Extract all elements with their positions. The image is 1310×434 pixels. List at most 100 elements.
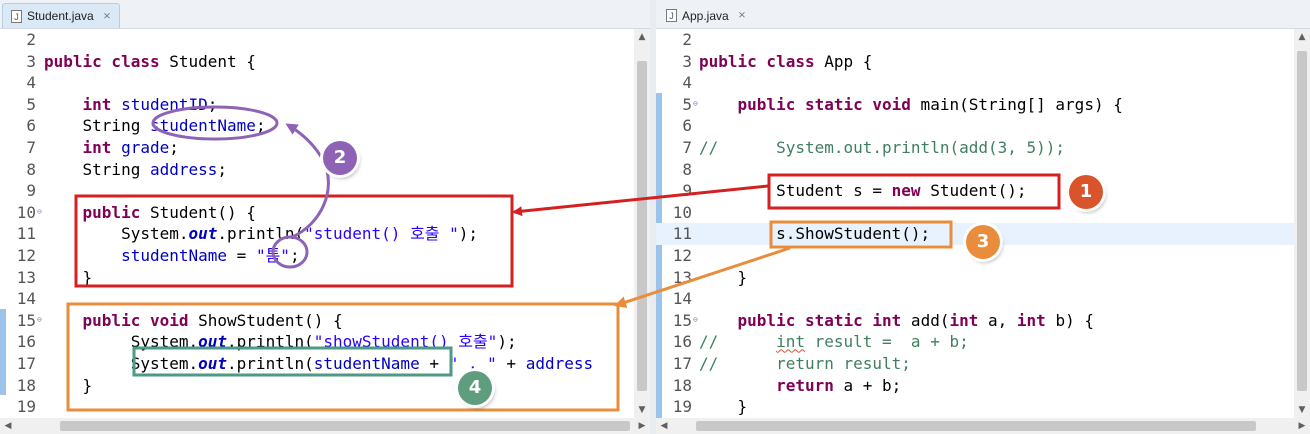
code-token: public static void [737, 94, 911, 114]
app-java-editor-pane: J App.java ⨯ 2 3 public class App {4 5 ⊖ pub… [656, 0, 1310, 434]
code-token: System. [44, 332, 199, 352]
scroll-down-icon[interactable]: ▼ [1294, 402, 1310, 418]
code-text: String studentName; [44, 115, 266, 137]
code-line[interactable]: 4 [0, 72, 634, 94]
code-line[interactable]: 15 ⊖ public static int add(int a, int b) … [656, 310, 1294, 332]
code-line[interactable]: 2 [656, 29, 1294, 51]
java-file-icon: J [666, 9, 677, 22]
scroll-up-icon[interactable]: ▲ [634, 29, 650, 45]
line-number: 19 [16, 397, 36, 417]
scroll-thumb[interactable] [1297, 51, 1307, 391]
code-line[interactable]: 17 System.out.println(studentName + " , … [0, 353, 634, 375]
code-line[interactable]: 19 } [656, 396, 1294, 418]
line-number: 17 [16, 354, 36, 373]
code-line[interactable]: 14 [656, 288, 1294, 310]
code-line[interactable]: 14 [0, 288, 634, 310]
code-token: .println( [217, 224, 305, 244]
left-tab-bar: J Student.java ⨯ [0, 0, 650, 29]
scroll-left-icon[interactable]: ◀ [656, 418, 672, 434]
scroll-thumb[interactable] [696, 421, 1256, 431]
scroll-thumb[interactable] [637, 61, 647, 391]
code-line[interactable]: 9 Student s = new Student(); [656, 180, 1294, 202]
close-tab-icon[interactable]: ⨯ [103, 11, 111, 22]
code-line[interactable]: 6 [656, 115, 1294, 137]
step-3-badge: 3 [966, 225, 1000, 259]
close-tab-icon[interactable]: ⨯ [738, 10, 746, 21]
line-number: 5 [26, 94, 36, 114]
horizontal-scrollbar[interactable]: ◀ ▶ [656, 418, 1310, 434]
code-line[interactable]: 12 studentName = "톰"; [0, 245, 634, 267]
fold-toggle-icon[interactable]: ⊖ [37, 201, 42, 223]
code-text: public Student() { [44, 202, 256, 224]
code-line[interactable]: 6 String studentName; [0, 115, 634, 137]
scroll-left-icon[interactable]: ◀ [0, 418, 16, 434]
scroll-right-icon[interactable]: ▶ [634, 418, 650, 434]
code-line[interactable]: 8 [656, 159, 1294, 181]
code-editor-app[interactable]: 2 3 public class App {4 5 ⊖ public static vo… [656, 29, 1294, 418]
code-token: // System.out.println(add(3, 5)); [699, 138, 1066, 157]
code-line[interactable]: 9 [0, 180, 634, 202]
code-text: return a + b; [699, 375, 901, 397]
code-token: ; [217, 159, 228, 179]
code-line[interactable]: 7 int grade; [0, 137, 634, 159]
code-token: System. [44, 354, 199, 373]
code-line[interactable]: 2 [0, 29, 634, 51]
tab-student-java[interactable]: J Student.java ⨯ [2, 3, 121, 28]
scroll-down-icon[interactable]: ▼ [634, 402, 650, 418]
tab-app-java[interactable]: J App.java ⨯ [658, 3, 754, 28]
line-number: 12 [16, 246, 36, 265]
line-number: 16 [16, 332, 36, 352]
code-line[interactable]: 7 // System.out.println(add(3, 5)); [656, 137, 1294, 159]
code-line[interactable]: 10 [656, 202, 1294, 224]
line-number: 2 [682, 30, 692, 49]
code-line[interactable]: 5 int studentID; [0, 94, 634, 116]
code-token: } [699, 267, 748, 287]
code-token: } [44, 375, 93, 395]
code-line[interactable]: 3 public class App { [656, 51, 1294, 73]
code-line[interactable]: 18 return a + b; [656, 375, 1294, 397]
fold-toggle-icon[interactable]: ⊖ [693, 93, 698, 115]
vertical-scrollbar[interactable]: ▲ ▼ [634, 29, 650, 418]
code-token: ; [207, 94, 218, 114]
code-line[interactable]: 15 ⊖ public void ShowStudent() { [0, 310, 634, 332]
line-number: 18 [16, 375, 36, 395]
code-line[interactable]: 13 } [656, 267, 1294, 289]
code-line[interactable]: 18 } [0, 375, 634, 397]
scroll-up-icon[interactable]: ▲ [1294, 29, 1310, 45]
code-token: s.ShowStudent(); [699, 224, 931, 244]
scroll-right-icon[interactable]: ▶ [1294, 418, 1310, 434]
tab-label: Student.java [27, 9, 94, 23]
code-line[interactable]: 4 [656, 72, 1294, 94]
code-line[interactable]: 16 System.out.println("showStudent() 호출"… [0, 331, 634, 353]
code-line[interactable]: 10 ⊖ public Student() { [0, 202, 634, 224]
code-token: } [699, 397, 748, 417]
code-line[interactable]: 13 } [0, 267, 634, 289]
code-line[interactable]: 3 public class Student { [0, 51, 634, 73]
code-line[interactable]: 17 // return result; [656, 353, 1294, 375]
vertical-scrollbar[interactable]: ▲ ▼ [1294, 29, 1310, 418]
code-text: System.out.println(studentName + " , " +… [44, 353, 593, 375]
code-token: return [776, 375, 834, 395]
scroll-thumb[interactable] [60, 421, 630, 431]
fold-toggle-icon[interactable]: ⊖ [693, 309, 698, 331]
code-line[interactable]: 16 // int result = a + b; [656, 331, 1294, 353]
line-number: 9 [682, 181, 692, 201]
code-token: a + b; [833, 375, 902, 395]
line-number: 5 [682, 94, 692, 114]
line-number: 19 [672, 397, 692, 417]
code-token: b) { [1045, 310, 1094, 330]
code-token: int [82, 138, 112, 157]
code-line[interactable]: 11 System.out.println("student() 호출 "); [0, 223, 634, 245]
code-line[interactable]: 19 [0, 396, 634, 418]
fold-toggle-icon[interactable]: ⊖ [37, 309, 42, 331]
code-line[interactable]: 8 String address; [0, 159, 634, 181]
horizontal-scrollbar[interactable]: ◀ ▶ [0, 418, 650, 434]
code-editor-student[interactable]: 2 3 public class Student {4 5 int studentID… [0, 29, 634, 418]
code-line[interactable]: 5 ⊖ public static void main(String[] args… [656, 94, 1294, 116]
code-text: public class Student { [44, 51, 256, 73]
code-text: } [44, 375, 93, 397]
line-number: 17 [672, 354, 692, 373]
